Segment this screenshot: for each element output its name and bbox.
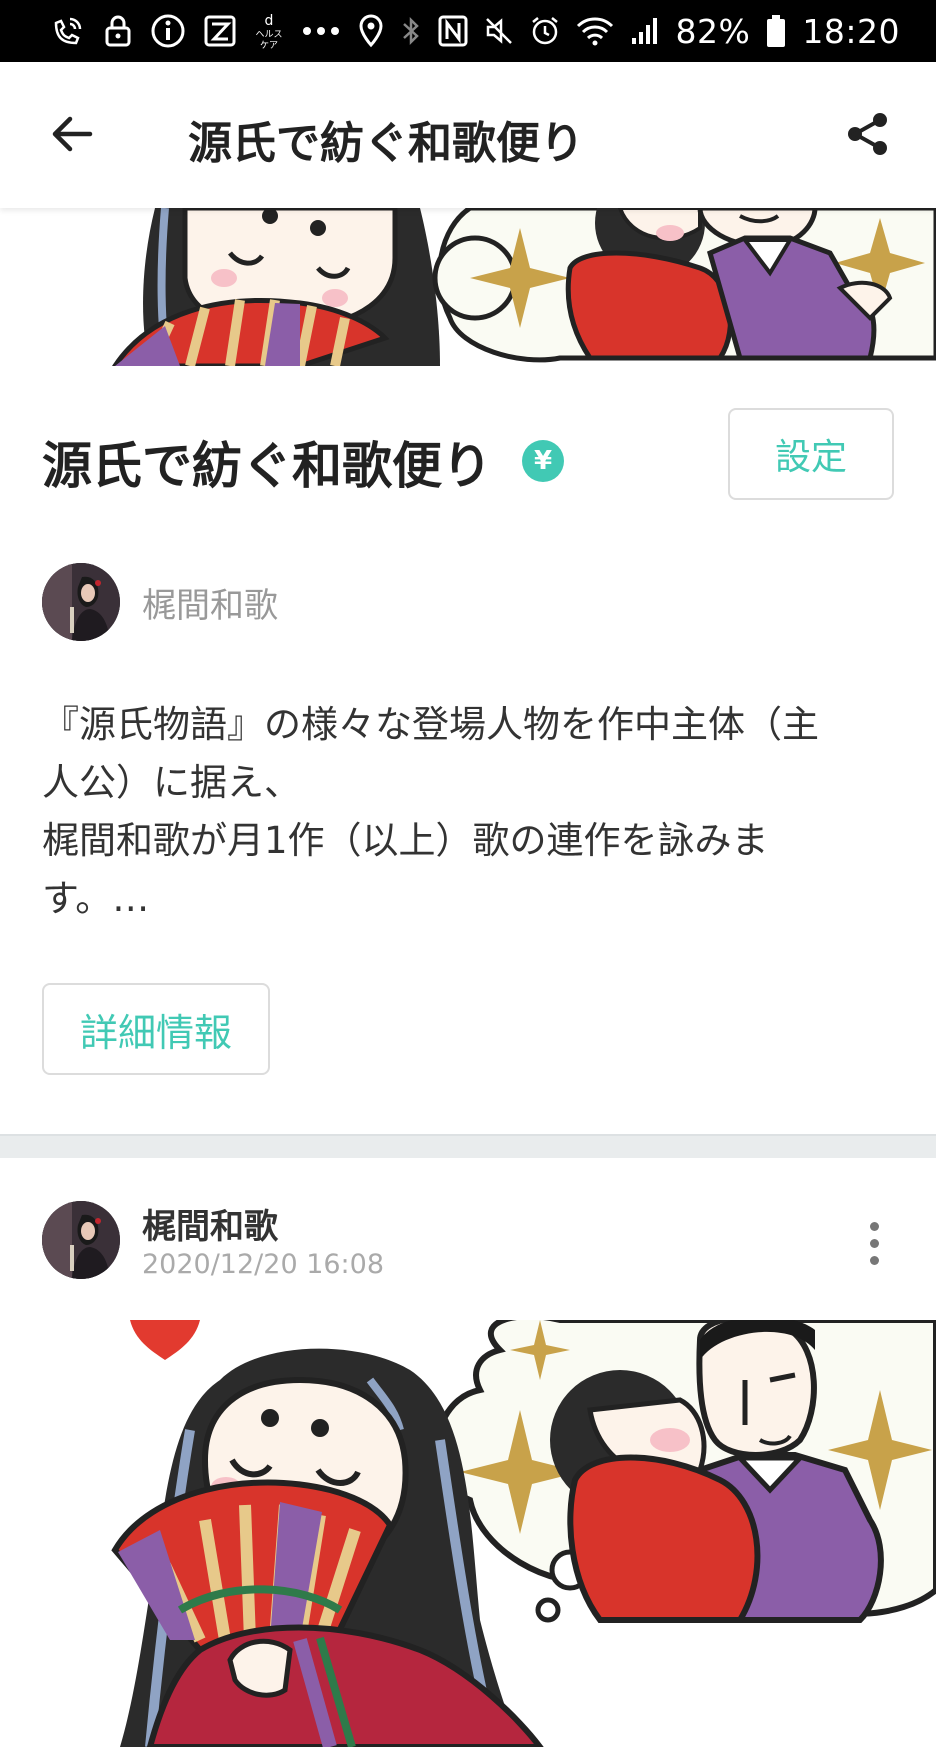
- back-button[interactable]: [44, 108, 100, 164]
- post-author-name[interactable]: 梶間和歌: [142, 1199, 278, 1248]
- mute-icon: [484, 11, 514, 51]
- magazine-header-image: [0, 208, 936, 366]
- alarm-icon: [530, 11, 560, 51]
- nfc-icon: [438, 11, 468, 51]
- battery-icon: [766, 11, 786, 51]
- post-author-avatar[interactable]: [42, 1201, 120, 1279]
- status-bar: d ヘルス ケア 82% 18:20: [0, 0, 936, 62]
- call-forwarding-icon: [50, 11, 86, 51]
- svg-text:ケア: ケア: [260, 40, 278, 51]
- location-icon: [358, 11, 384, 51]
- post-image[interactable]: [0, 1320, 936, 1747]
- svg-text:ヘルス: ヘルス: [255, 30, 282, 40]
- lock-icon: [104, 11, 132, 51]
- clock: 18:20: [802, 11, 900, 51]
- post-header: 梶間和歌 2020/12/20 16:08: [42, 1199, 894, 1281]
- wifi-icon: [576, 11, 614, 51]
- app-bar-title: 源氏で紡ぐ和歌便り: [188, 118, 584, 169]
- magazine-title: 源氏で紡ぐ和歌便り: [42, 437, 492, 495]
- d-healthcare-icon: d ヘルス ケア: [254, 11, 284, 51]
- section-divider: [0, 1134, 936, 1158]
- share-icon: [845, 111, 891, 161]
- arrow-left-icon: [50, 114, 94, 158]
- battery-percent: 82%: [675, 11, 751, 51]
- signal-icon: [630, 11, 660, 51]
- bluetooth-icon: [400, 11, 422, 51]
- more-notifications-icon: [302, 11, 340, 51]
- paid-badge-icon: ¥: [522, 440, 564, 482]
- app-bar: 源氏で紡ぐ和歌便り: [0, 62, 936, 208]
- details-button[interactable]: 詳細情報: [42, 983, 270, 1075]
- svg-text:d: d: [265, 13, 274, 29]
- post-date: 2020/12/20 16:08: [142, 1249, 385, 1280]
- share-button[interactable]: [840, 108, 896, 164]
- magazine-description: 『源氏物語』の様々な登場人物を作中主体（主 人公）に据え、 梶間和歌が月1作（以…: [42, 703, 819, 920]
- app-notification-icon: [204, 11, 236, 51]
- more-options-button[interactable]: [854, 1213, 894, 1273]
- settings-button[interactable]: 設定: [728, 408, 894, 500]
- avatar[interactable]: [42, 563, 120, 641]
- more-vertical-icon: [869, 1221, 879, 1231]
- info-icon: [150, 11, 186, 51]
- author-name[interactable]: 梶間和歌: [142, 578, 278, 627]
- magazine-author[interactable]: 梶間和歌: [42, 562, 278, 642]
